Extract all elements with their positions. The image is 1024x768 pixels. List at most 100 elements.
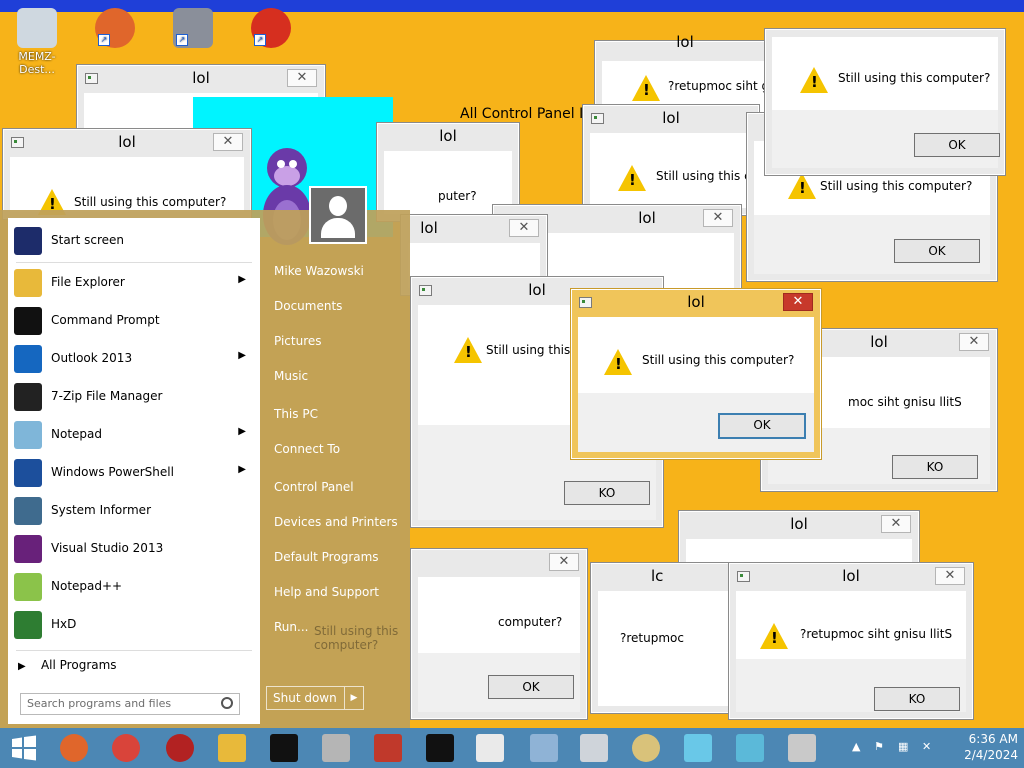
start-menu: Start screen File Explorer ▶ Command Pro… xyxy=(0,186,410,730)
start-menu-pinned-list: Start screen File Explorer ▶ Command Pro… xyxy=(8,218,260,724)
close-icon[interactable]: ✕ xyxy=(783,293,813,311)
search-placeholder: Search programs and files xyxy=(27,697,172,710)
start-item-command-prompt[interactable]: Command Prompt xyxy=(12,304,256,338)
dialog-d6[interactable]: Still using this computer? OK xyxy=(764,28,1006,176)
start-right-connect-to[interactable]: Connect To xyxy=(274,442,340,456)
visual-studio-icon xyxy=(14,535,42,563)
taskbar-cmd-1[interactable] xyxy=(262,730,306,766)
desktop-icon-browser[interactable]: ↗ xyxy=(80,8,150,50)
start-item-start-screen[interactable]: Start screen xyxy=(12,224,256,258)
taskbar-file-explorer[interactable] xyxy=(210,730,254,766)
taskbar-clock[interactable]: 6:36 AM 2/4/2024 xyxy=(964,731,1018,763)
desktop-icon-recycle-bin[interactable]: MEMZ-Dest... xyxy=(2,8,72,76)
submenu-arrow-icon[interactable]: ▶ xyxy=(238,426,246,437)
start-item-notepadpp[interactable]: Notepad++ xyxy=(12,570,256,604)
warning-icon xyxy=(454,337,482,363)
start-right-help-support[interactable]: Help and Support xyxy=(274,585,379,599)
dialog-d2[interactable]: lol ✕ Still using this computer? xyxy=(2,128,252,220)
start-button[interactable] xyxy=(2,730,46,766)
start-item-system-informer[interactable]: System Informer xyxy=(12,494,256,528)
start-right-run[interactable]: Run... xyxy=(274,620,308,634)
dialog-d14[interactable]: ✕ computer? OK xyxy=(410,548,588,720)
volume-muted-icon[interactable]: ✕ xyxy=(922,740,931,753)
taskbar-cmd-2[interactable] xyxy=(418,730,462,766)
start-right-pictures[interactable]: Pictures xyxy=(274,334,322,348)
taskbar-resource-monitor[interactable] xyxy=(522,730,566,766)
dialog-message: ?retupmoc xyxy=(620,631,684,645)
dialog-message: moc siht gnisu llitS xyxy=(848,395,962,409)
taskbar-cubes[interactable] xyxy=(728,730,772,766)
start-right-devices-printers[interactable]: Devices and Printers xyxy=(274,515,398,529)
start-right-control-panel[interactable]: Control Panel xyxy=(274,480,354,494)
dialog-message: puter? xyxy=(438,189,477,203)
start-item-label: Outlook 2013 xyxy=(51,351,133,365)
dialog-d15[interactable]: lc ?retupmoc xyxy=(590,562,740,714)
dialog-d16[interactable]: lol ✕ ?retupmoc siht gnisu llitS KO xyxy=(728,562,974,720)
chrome-icon xyxy=(112,734,140,762)
taskbar-notes[interactable] xyxy=(676,730,720,766)
close-icon[interactable]: ✕ xyxy=(881,515,911,533)
desktop-icon-label: MEMZ-Dest... xyxy=(18,50,56,76)
start-item-visual-studio[interactable]: Visual Studio 2013 xyxy=(12,532,256,566)
close-icon[interactable]: ✕ xyxy=(509,219,539,237)
start-right-default-programs[interactable]: Default Programs xyxy=(274,550,379,564)
taskbar-firefox[interactable] xyxy=(52,730,96,766)
ok-button[interactable]: OK xyxy=(488,675,574,699)
dialog-active[interactable]: lol ✕ Still using this computer? OK xyxy=(570,288,822,460)
taskbar-chrome[interactable] xyxy=(104,730,148,766)
desktop-icon-windows[interactable]: ↗ xyxy=(158,8,228,50)
close-icon[interactable]: ✕ xyxy=(213,133,243,151)
start-item-file-explorer[interactable]: File Explorer ▶ xyxy=(12,266,256,300)
flag-icon[interactable]: ⚑ xyxy=(874,740,884,753)
taskbar-app[interactable] xyxy=(158,730,202,766)
start-right-user[interactable]: Mike Wazowski xyxy=(274,264,364,278)
start-right-music[interactable]: Music xyxy=(274,369,308,383)
submenu-arrow-icon[interactable]: ▶ xyxy=(238,464,246,475)
close-icon[interactable]: ✕ xyxy=(959,333,989,351)
warning-icon xyxy=(618,165,646,191)
ko-button[interactable]: KO xyxy=(892,455,978,479)
dialog-d7[interactable]: lol Still using this co xyxy=(582,104,760,216)
cmd-icon xyxy=(270,734,298,762)
start-item-label: 7-Zip File Manager xyxy=(51,389,163,403)
start-item-label: Notepad++ xyxy=(51,579,123,593)
taskbar-printer[interactable] xyxy=(780,730,824,766)
taskbar-paint[interactable] xyxy=(624,730,668,766)
dialog-message: Still using this computer? xyxy=(820,179,973,193)
taskbar-calculator[interactable] xyxy=(572,730,616,766)
network-icon[interactable]: ▦ xyxy=(898,740,908,753)
start-right-documents[interactable]: Documents xyxy=(274,299,342,313)
ok-button[interactable]: OK xyxy=(718,413,806,439)
start-item-powershell[interactable]: Windows PowerShell ▶ xyxy=(12,456,256,490)
desktop-icon-clock[interactable]: ↗ xyxy=(236,8,306,50)
ko-button[interactable]: KO xyxy=(874,687,960,711)
close-icon[interactable]: ✕ xyxy=(703,209,733,227)
start-item-notepad[interactable]: Notepad ▶ xyxy=(12,418,256,452)
close-icon[interactable]: ✕ xyxy=(935,567,965,585)
all-programs-button[interactable]: ▶ All Programs xyxy=(18,658,117,672)
taskbar-toolbox[interactable] xyxy=(366,730,410,766)
taskbar-warning-app[interactable] xyxy=(314,730,358,766)
taskbar-window[interactable] xyxy=(468,730,512,766)
ok-button[interactable]: OK xyxy=(914,133,1000,157)
search-input[interactable]: Search programs and files xyxy=(20,693,240,715)
close-icon[interactable]: ✕ xyxy=(287,69,317,87)
search-icon xyxy=(221,697,233,709)
start-item-7zip[interactable]: 7-Zip File Manager xyxy=(12,380,256,414)
dialog-message: Still using this computer? xyxy=(838,71,991,85)
ko-button[interactable]: KO xyxy=(564,481,650,505)
submenu-arrow-icon[interactable]: ▶ xyxy=(238,350,246,361)
user-avatar[interactable] xyxy=(309,186,367,244)
start-item-hxd[interactable]: HxD xyxy=(12,608,256,642)
chevron-right-icon[interactable]: ▶ xyxy=(344,687,363,709)
submenu-arrow-icon[interactable]: ▶ xyxy=(238,274,246,285)
chevron-up-icon[interactable]: ▲ xyxy=(852,740,860,753)
shutdown-button[interactable]: Shut down ▶ xyxy=(266,686,364,710)
shortcut-arrow-icon: ↗ xyxy=(98,34,110,46)
printer-icon xyxy=(322,734,350,762)
ok-button[interactable]: OK xyxy=(894,239,980,263)
start-item-outlook[interactable]: Outlook 2013 ▶ xyxy=(12,342,256,376)
close-icon[interactable]: ✕ xyxy=(549,553,579,571)
dialog-title: lol xyxy=(439,127,457,145)
start-right-this-pc[interactable]: This PC xyxy=(274,407,318,421)
